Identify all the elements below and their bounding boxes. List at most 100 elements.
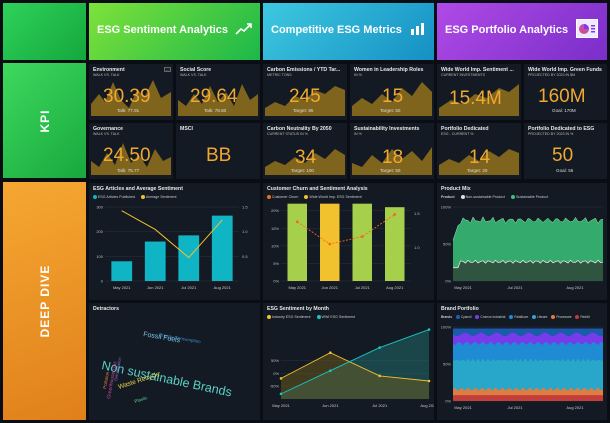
y-tick-label: 100 — [96, 254, 103, 259]
kpi-value: 245 — [289, 86, 321, 107]
panel-title: ESG Articles and Average Sentiment — [93, 186, 183, 192]
wwi-point — [279, 392, 283, 396]
kpi-label: KPI — [37, 108, 52, 133]
industry-point — [378, 374, 381, 378]
sentiment-line — [121, 210, 223, 259]
kpi-msci[interactable]: MSCI BB — [176, 123, 260, 179]
x-tick-label: May 2021 — [454, 285, 472, 290]
x-tick-label: May 2021 — [288, 285, 306, 290]
panel-sentiment-by-month[interactable]: ESG Sentiment by Month Industry ESG Sent… — [263, 303, 434, 420]
deep-dive-label: DEEP DIVE — [37, 264, 52, 338]
x-tick-label: Aug 2021 — [420, 403, 434, 408]
kpi-value: 50 — [552, 145, 574, 166]
trend-chart-icon — [235, 23, 252, 35]
kpi-value: 160M — [538, 86, 586, 107]
product-mix-area-chart: 0% 50% 100% May 2021 Jul 2021 Aug 2021 — [441, 205, 604, 290]
legend-item: Sustainable Product — [515, 195, 549, 199]
competitive-esg-banner[interactable]: Competitive ESG Metrics — [263, 3, 434, 60]
y-tick-label: 5% — [273, 261, 279, 266]
brand-area-reddit — [453, 395, 603, 401]
kpi-governance[interactable]: Governance WALK VS. TALK 24.50 Talk: 75.… — [89, 123, 173, 179]
chart-legend: Product Non-sustainable Product Sustaina… — [441, 195, 553, 200]
kpi-goal: Talk: 77.91 — [117, 108, 140, 113]
y-tick-label: 50% — [443, 362, 451, 367]
chart-legend: Customer Churn Wide World Imp. ESG Senti… — [267, 195, 367, 200]
kpi-goal: Talk: 78.60 — [204, 108, 227, 113]
kpi-value: 14 — [469, 147, 491, 168]
kpi-value: 18 — [382, 147, 404, 168]
y-tick-label: 50% — [443, 242, 451, 247]
kpi-value: 30.39 — [103, 86, 151, 107]
y-tick-label: 50% — [271, 358, 279, 363]
legend-label: Brands — [441, 315, 452, 319]
kpi-goal: Goal: 55 — [556, 168, 574, 173]
kpi-goal: Target: 20 — [467, 168, 488, 173]
y-tick-label: 200 — [96, 229, 103, 234]
articles-bar-line-chart: 0 100 200 300 0.5 1.0 1.5 May 2021 Jun 2021 Jul 2… — [96, 205, 248, 291]
x-tick-label: Jul 2021 — [372, 403, 388, 408]
panel-title: Product Mix — [441, 186, 471, 192]
kpi-portfolio-dedicated[interactable]: Portfolio Dedicated ESG - CURRENT % 14 T… — [437, 123, 521, 179]
legend-item: Cromos Industrial — [480, 315, 506, 319]
x-tick-label: Aug 2021 — [566, 405, 584, 410]
legend-item: Non-sustainable Product — [465, 195, 505, 199]
kpi-social[interactable]: Social Score WALK VS. TALK 29.64 Talk: 7… — [176, 64, 260, 120]
more-options-icon[interactable]: … — [164, 67, 171, 72]
brand-portfolio-area-chart: 0% 50% 100% May 2021 Jul 2021 Aug 2021 — [441, 325, 603, 410]
kpi-sustainability-investments[interactable]: Sustainability Investments IN % 18 Targe… — [350, 123, 434, 179]
kpi-goal: Target: 50 — [380, 168, 401, 173]
y2-tick-label: 1.5 — [242, 205, 248, 210]
industry-point — [427, 379, 431, 383]
churn-bar-line-chart: 0% 5% 10% 15% 20% 1.0 1.5 May 2021 Jun 2021 Jul 2… — [271, 203, 420, 290]
wwi-point — [427, 328, 431, 331]
kpi-value: 15 — [382, 86, 404, 107]
x-tick-label: May 2021 — [272, 403, 290, 408]
x-tick-label: Aug 2021 — [386, 285, 404, 290]
kpi-goal: Target: 95 — [293, 108, 314, 113]
sentiment-point — [295, 220, 299, 224]
industry-point — [279, 377, 283, 380]
kpi-value: BB — [206, 145, 232, 166]
kpi-section-label: KPI — [3, 63, 86, 178]
kpi-portfolio-projected[interactable]: Portfolio Dedicated to ESG PROJECTED BY … — [524, 123, 607, 179]
legend-item: Average Sentiment — [145, 195, 177, 199]
kpi-value: 15.4M — [449, 88, 502, 109]
legend-item: Industry ESG Sentiment — [272, 315, 311, 319]
kpi-green-funds[interactable]: Wide World Imp. Green Funds PROJECTED BY… — [524, 64, 607, 120]
y-tick-label: 10% — [271, 243, 279, 248]
chart-legend: Industry ESG Sentiment WWI ESG Sentiment — [267, 315, 360, 320]
x-tick-label: Jun 2021 — [322, 285, 339, 290]
panel-articles-sentiment[interactable]: ESG Articles and Average Sentiment ESG A… — [89, 183, 260, 300]
esg-portfolio-banner[interactable]: ESG Portfolio Analytics — [437, 3, 607, 60]
kpi-women-leadership[interactable]: Women in Leadership Roles IN % 15 Target… — [350, 64, 434, 120]
y-tick-label: 300 — [96, 205, 103, 210]
y-tick-label: 0% — [445, 279, 451, 284]
wwi-point — [378, 346, 381, 349]
legend-item: Proseware — [556, 315, 572, 319]
y-tick-label: 0% — [273, 371, 279, 376]
panel-product-mix[interactable]: Product Mix Product Non-sustainable Prod… — [437, 183, 607, 300]
panel-customer-churn[interactable]: Customer Churn and Sentiment Analysis Cu… — [263, 183, 434, 300]
esg-sentiment-banner[interactable]: ESG Sentiment Analytics — [89, 3, 260, 60]
y-tick-label: 100% — [441, 205, 452, 210]
pie-chart-icon — [576, 19, 598, 38]
chart-legend: Brands Cyanoll Cromos Industrial Palatik… — [441, 315, 590, 320]
kpi-environment[interactable]: Environment WALK VS. TALK 30.39 Talk: 77… — [89, 64, 173, 120]
x-tick-label: Jul 2021 — [181, 285, 197, 290]
panel-brand-portfolio[interactable]: Brand Portfolio Brands Cyanoll Cromos In… — [437, 303, 607, 420]
kpi-carbon-neutrality[interactable]: Carbon Neutrality By 2050 CURRENT STATUS… — [263, 123, 347, 179]
y2-tick-label: 1.0 — [242, 229, 248, 234]
kpi-wwi-sentiment[interactable]: Wide World Imp. Sentiment ... CURRENT IN… — [437, 64, 521, 120]
kpi-goal: Target: 100 — [291, 168, 314, 173]
y-tick-label: 20% — [271, 208, 279, 213]
x-tick-label: Jul 2021 — [507, 405, 523, 410]
y2-tick-label: 0.5 — [242, 254, 248, 259]
kpi-goal: Target: 50 — [380, 108, 401, 113]
kpi-carbon-emissions[interactable]: Carbon Emissions / YTD Tar... METRIC TON… — [263, 64, 347, 120]
chart-legend: ESG Articles Published Average Sentiment — [93, 195, 181, 200]
legend-item: Cyanoll — [460, 315, 472, 319]
logo-block — [3, 3, 86, 60]
y2-tick-label: 1.5 — [414, 211, 420, 216]
legend-item: Customer Churn — [272, 195, 299, 199]
panel-detractors[interactable]: Detractors Non sustainable Brands Energy… — [89, 303, 260, 420]
